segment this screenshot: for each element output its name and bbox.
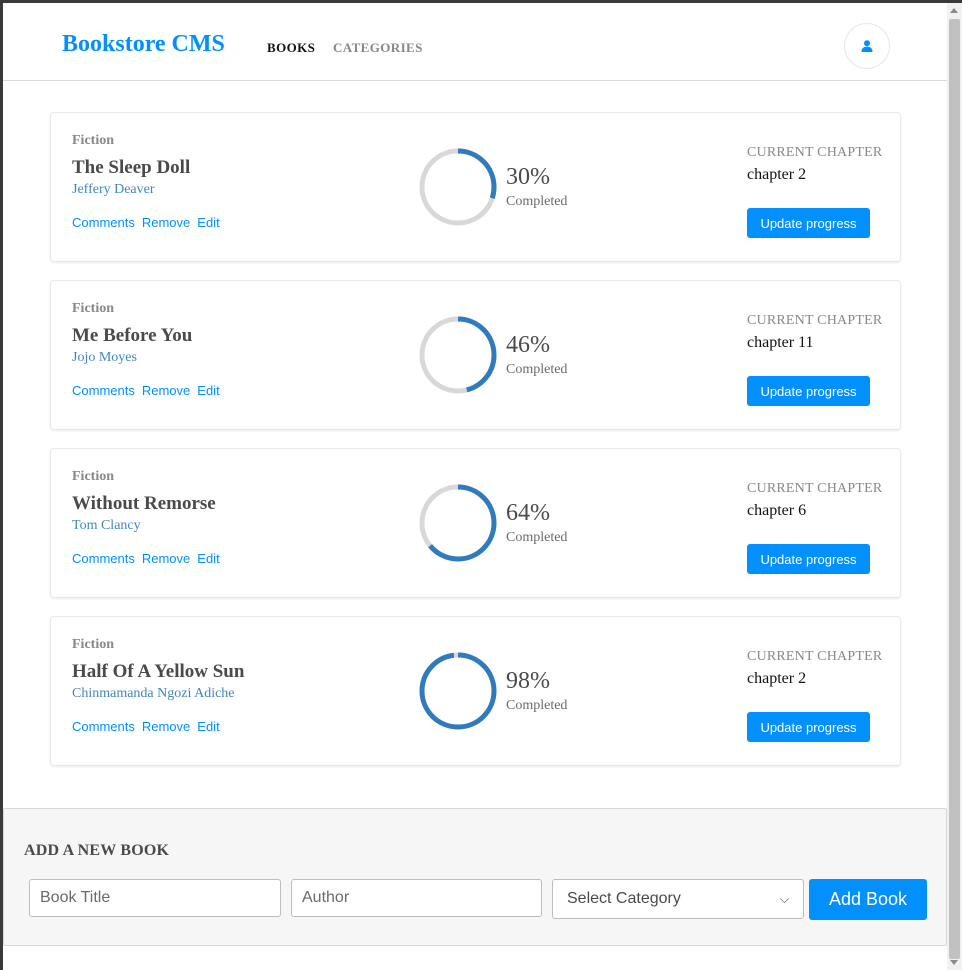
page-header: Bookstore CMS BOOKS CATEGORIES (3, 3, 947, 81)
book-actions: Comments Remove Edit (72, 215, 227, 230)
user-profile-button[interactable] (844, 23, 890, 69)
edit-link[interactable]: Edit (197, 719, 219, 734)
book-actions: Comments Remove Edit (72, 383, 227, 398)
current-chapter-value: chapter 11 (747, 334, 814, 351)
update-progress-button[interactable]: Update progress (747, 208, 870, 238)
book-title: The Sleep Doll (72, 157, 191, 178)
book-title: Without Remorse (72, 493, 216, 514)
book-genre: Fiction (72, 301, 114, 316)
progress-ring (419, 484, 497, 562)
comments-link[interactable]: Comments (72, 551, 135, 566)
progress-completed-label: Completed (506, 698, 568, 713)
nav-categories-link[interactable]: CATEGORIES (333, 40, 423, 56)
book-title: Half Of A Yellow Sun (72, 661, 245, 682)
book-actions: Comments Remove Edit (72, 719, 227, 734)
book-card: Fiction Half Of A Yellow Sun Chinmamanda N… (50, 616, 901, 766)
progress-percent: 64% (506, 500, 550, 526)
remove-link[interactable]: Remove (142, 383, 190, 398)
current-chapter-label: CURRENT CHAPTER (747, 313, 883, 328)
book-title-input[interactable] (29, 879, 281, 917)
book-author[interactable]: Chinmamanda Ngozi Adiche (72, 686, 235, 702)
current-chapter-value: chapter 2 (747, 166, 807, 183)
user-icon (861, 40, 873, 52)
edit-link[interactable]: Edit (197, 383, 219, 398)
remove-link[interactable]: Remove (142, 215, 190, 230)
comments-link[interactable]: Comments (72, 215, 135, 230)
edit-link[interactable]: Edit (197, 215, 219, 230)
add-book-button[interactable]: Add Book (809, 879, 927, 920)
book-author[interactable]: Jeffery Deaver (72, 182, 155, 198)
vertical-scrollbar[interactable] (947, 3, 962, 970)
progress-completed-label: Completed (506, 194, 568, 209)
scroll-up-arrow-icon[interactable] (950, 8, 958, 13)
remove-link[interactable]: Remove (142, 719, 190, 734)
book-genre: Fiction (72, 637, 114, 652)
update-progress-button[interactable]: Update progress (747, 544, 870, 574)
remove-link[interactable]: Remove (142, 551, 190, 566)
add-book-form: ADD A NEW BOOK Select Category ⌵ Add Boo… (3, 808, 947, 946)
current-chapter-label: CURRENT CHAPTER (747, 649, 883, 664)
nav-books-link[interactable]: BOOKS (267, 40, 315, 56)
scroll-down-arrow-icon[interactable] (950, 960, 958, 965)
progress-ring (419, 316, 497, 394)
category-select[interactable]: Select Category ⌵ (552, 879, 804, 919)
book-genre: Fiction (72, 469, 114, 484)
current-chapter-label: CURRENT CHAPTER (747, 145, 883, 160)
progress-ring (419, 652, 497, 730)
update-progress-button[interactable]: Update progress (747, 712, 870, 742)
progress-arc (419, 652, 497, 730)
scroll-thumb[interactable] (949, 19, 960, 959)
progress-percent: 30% (506, 164, 550, 190)
chevron-down-icon: ⌵ (779, 891, 789, 906)
author-input[interactable] (291, 879, 542, 917)
add-book-heading: ADD A NEW BOOK (24, 842, 170, 859)
book-author[interactable]: Tom Clancy (72, 518, 141, 534)
book-card: Fiction The Sleep Doll Jeffery Deaver Comme… (50, 112, 901, 262)
update-progress-button[interactable]: Update progress (747, 376, 870, 406)
current-chapter-label: CURRENT CHAPTER (747, 481, 883, 496)
book-list: Fiction The Sleep Doll Jeffery Deaver Comme… (50, 112, 901, 784)
brand-logo[interactable]: Bookstore CMS (62, 31, 225, 58)
current-chapter-value: chapter 6 (747, 502, 807, 519)
progress-percent: 46% (506, 332, 550, 358)
book-genre: Fiction (72, 133, 114, 148)
current-chapter-value: chapter 2 (747, 670, 807, 687)
progress-percent: 98% (506, 668, 550, 694)
book-actions: Comments Remove Edit (72, 551, 227, 566)
progress-ring (419, 148, 497, 226)
book-card: Fiction Me Before You Jojo Moyes Comments Re… (50, 280, 901, 430)
book-card: Fiction Without Remorse Tom Clancy Comments… (50, 448, 901, 598)
comments-link[interactable]: Comments (72, 719, 135, 734)
category-select-value: Select Category (567, 890, 681, 907)
book-title: Me Before You (72, 325, 193, 346)
progress-completed-label: Completed (506, 362, 568, 377)
edit-link[interactable]: Edit (197, 551, 219, 566)
progress-completed-label: Completed (506, 530, 568, 545)
comments-link[interactable]: Comments (72, 383, 135, 398)
book-author[interactable]: Jojo Moyes (72, 350, 137, 366)
